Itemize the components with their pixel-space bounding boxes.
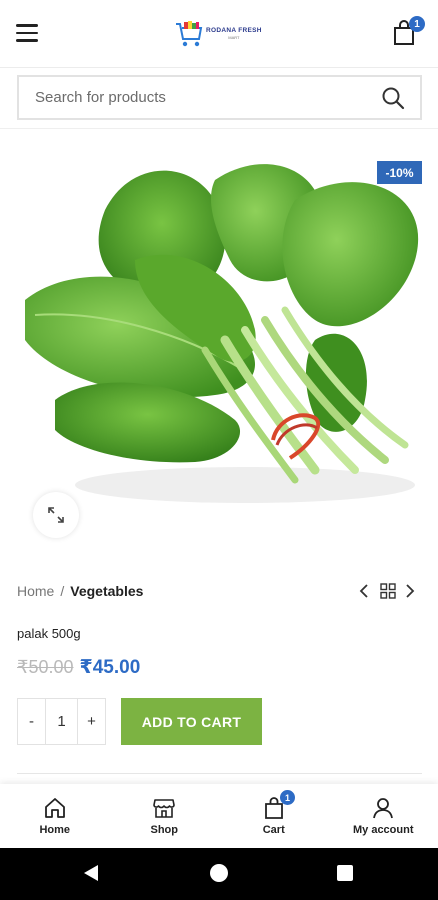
- menu-icon[interactable]: [16, 24, 38, 42]
- product-image[interactable]: [15, 140, 425, 550]
- sale-price: ₹45.00: [79, 657, 141, 678]
- bottom-nav-cart-label: Cart: [262, 824, 285, 836]
- breadcrumb: Home / Vegetables: [17, 583, 143, 599]
- product-title: palak 500g: [17, 626, 81, 641]
- chevron-right-icon[interactable]: [404, 583, 416, 599]
- quantity-input[interactable]: 1: [45, 699, 78, 744]
- cart-count-badge: 1: [409, 16, 425, 32]
- bottom-nav-account[interactable]: My account: [329, 784, 438, 848]
- grid-icon[interactable]: [380, 583, 396, 599]
- logo-name: RODANA FRESH: [206, 26, 262, 34]
- recent-apps-icon[interactable]: [337, 865, 353, 881]
- home-icon: [44, 798, 65, 818]
- original-price: ₹50.00: [17, 657, 74, 677]
- discount-badge: -10%: [377, 161, 422, 184]
- breadcrumb-separator: /: [60, 583, 65, 599]
- home-button-icon[interactable]: [210, 864, 228, 882]
- search-icon[interactable]: [381, 86, 405, 110]
- price-row: ₹50.00 ₹45.00: [17, 656, 140, 679]
- product-navigation: [358, 582, 420, 602]
- breadcrumb-home[interactable]: Home: [17, 583, 54, 599]
- quantity-decrease-button[interactable]: -: [18, 699, 45, 744]
- search-input[interactable]: [35, 77, 365, 118]
- user-icon: [373, 798, 394, 819]
- header-cart-button[interactable]: 1: [393, 16, 425, 48]
- bottom-nav-cart[interactable]: 1 Cart: [219, 784, 329, 848]
- header-divider: [0, 128, 438, 129]
- content-divider: [17, 773, 422, 774]
- bottom-cart-badge: 1: [280, 790, 295, 805]
- shop-icon: [153, 799, 176, 818]
- app-header: RODANA FRESH MART 1: [0, 0, 438, 68]
- breadcrumb-category[interactable]: Vegetables: [70, 583, 143, 599]
- zoom-button[interactable]: [33, 492, 79, 538]
- bottom-navigation: Home Shop 1 Cart My account: [0, 784, 438, 848]
- add-to-cart-button[interactable]: ADD TO CART: [121, 698, 262, 745]
- quantity-increase-button[interactable]: +: [78, 699, 105, 744]
- expand-icon: [48, 507, 64, 523]
- logo-tagline: MART: [228, 35, 240, 41]
- quantity-stepper: - 1 +: [17, 698, 106, 745]
- bottom-nav-shop-label: Shop: [150, 824, 179, 836]
- bottom-nav-shop[interactable]: Shop: [110, 784, 220, 848]
- bottom-nav-home-label: Home: [39, 824, 71, 836]
- store-logo[interactable]: RODANA FRESH MART: [174, 17, 264, 51]
- logo-cart-icon: [176, 21, 203, 47]
- back-icon[interactable]: [82, 864, 100, 882]
- search-bar: [17, 75, 422, 120]
- bottom-nav-account-label: My account: [352, 824, 414, 836]
- chevron-left-icon[interactable]: [358, 583, 370, 599]
- bottom-nav-home[interactable]: Home: [0, 784, 110, 848]
- system-navigation-bar: [0, 848, 438, 900]
